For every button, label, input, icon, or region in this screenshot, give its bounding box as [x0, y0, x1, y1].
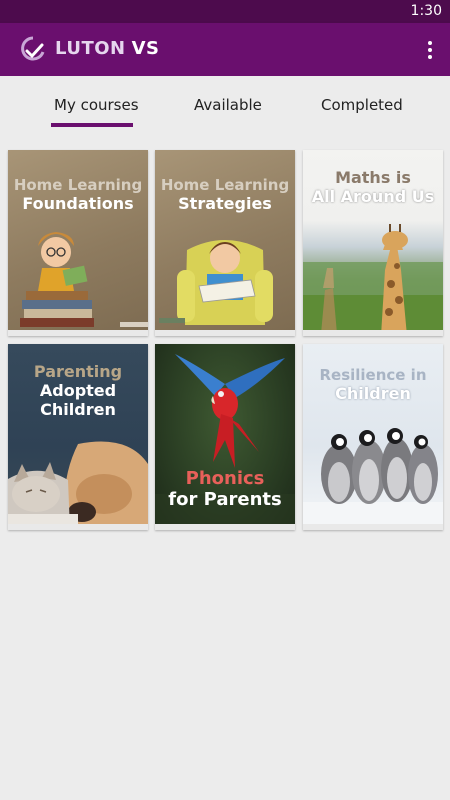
course-card-parenting-adopted-children[interactable]: Parenting Adopted Children	[8, 344, 148, 530]
tab-available[interactable]: Available	[194, 96, 262, 114]
tab-my-courses[interactable]: My courses	[54, 96, 139, 114]
check-circle-logo-icon	[21, 36, 45, 61]
status-bar: 1:30	[0, 0, 450, 23]
course-title-line3: Children	[40, 400, 116, 419]
course-title-line1: Home Learning	[13, 176, 143, 194]
course-title-line2: for Parents	[168, 489, 282, 510]
course-title-line1: Resilience in	[319, 366, 427, 384]
status-time: 1:30	[410, 3, 442, 19]
course-title-line2: Strategies	[178, 194, 272, 213]
course-title-line1: Phonics	[185, 468, 265, 489]
course-title-line1: Home Learning	[160, 176, 290, 194]
tab-indicator	[51, 123, 133, 127]
course-title-line2: Children	[335, 384, 411, 403]
more-vert-icon[interactable]	[420, 35, 440, 65]
course-title-line1: Maths is	[335, 168, 411, 187]
tab-completed[interactable]: Completed	[321, 96, 403, 114]
app-bar: LUTON VS	[0, 23, 450, 76]
course-title-line1: Parenting	[33, 362, 123, 381]
course-title-line2: Adopted	[39, 381, 117, 400]
course-tabs: My courses Available Completed	[0, 76, 450, 130]
course-card-home-learning-foundations[interactable]: Home Learning Foundations	[8, 150, 148, 336]
course-card-resilience-in-children[interactable]: Resilience in Children	[303, 344, 443, 530]
course-title-line2: All Around Us	[311, 187, 435, 206]
course-title-line2: Foundations	[22, 194, 134, 213]
course-card-phonics-for-parents[interactable]: Phonics for Parents	[155, 344, 295, 530]
course-card-maths-is-all-around-us[interactable]: Maths is All Around Us	[303, 150, 443, 336]
course-card-home-learning-strategies[interactable]: Home Learning Strategies	[155, 150, 295, 336]
app-title: LUTON VS	[55, 38, 160, 59]
